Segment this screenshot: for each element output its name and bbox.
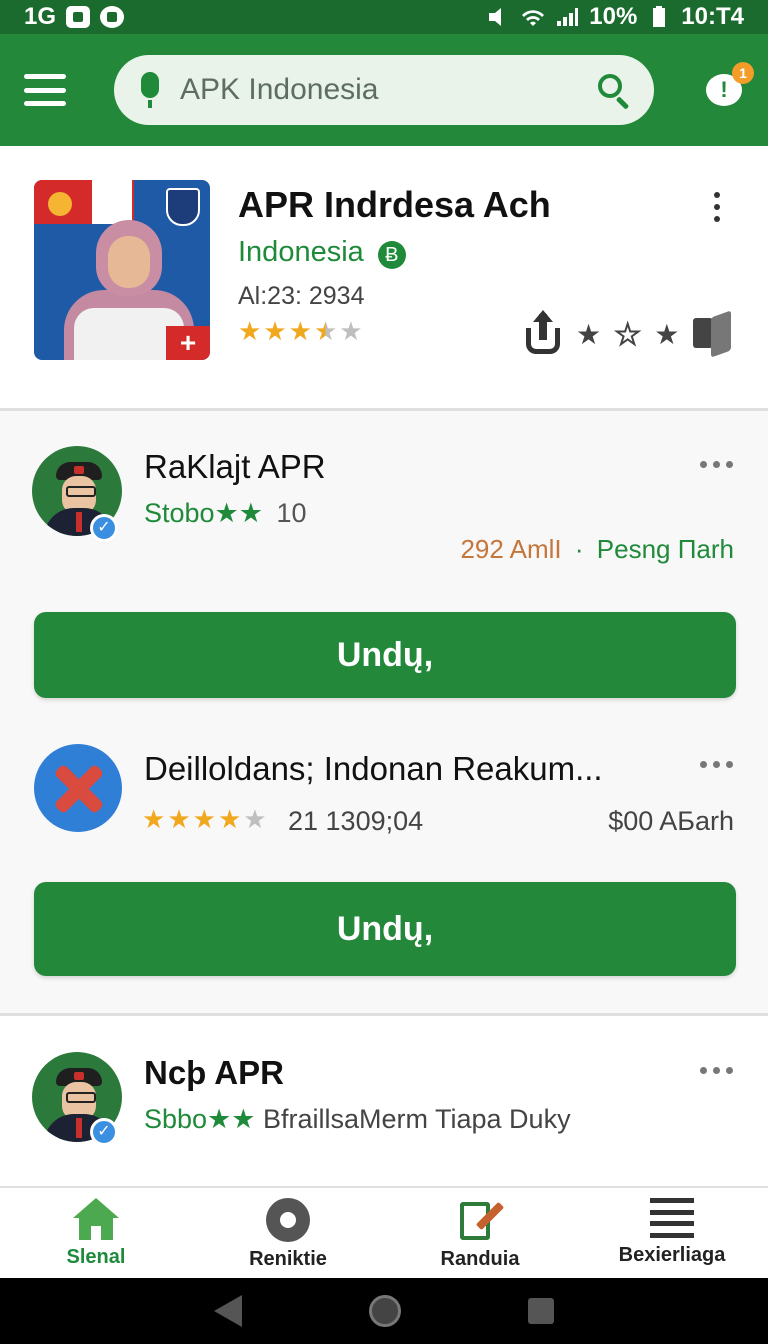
nav-label: Slenal [66, 1246, 126, 1268]
medical-cross-icon: + [166, 326, 210, 360]
menu-icon[interactable] [24, 74, 66, 106]
nav-label: Bexierliaga [618, 1244, 726, 1266]
star-icon: ★ [243, 804, 267, 834]
item-overflow-menu-icon[interactable] [700, 761, 733, 768]
screen: 1G 10% 10:T4 ! 1 + APR Ind [0, 0, 768, 1344]
star-icon: ★ [142, 804, 166, 834]
bottom-nav: Slenal Reniktie Randuia Bexierliaga [0, 1186, 768, 1278]
featured-actions: ★ ★ ★ [524, 310, 732, 358]
nav-label: Reniktie [249, 1248, 327, 1270]
app-bar: ! 1 [0, 34, 768, 146]
search-icon[interactable] [596, 72, 632, 110]
notification-button[interactable]: ! 1 [704, 62, 754, 110]
item-rating: ★ ★ ★ ★ ★ [142, 806, 267, 832]
nav-item-list[interactable]: Bexierliaga [576, 1188, 768, 1278]
nav-label: Randuia [440, 1248, 520, 1270]
nav-item-home[interactable]: Slenal [0, 1188, 192, 1278]
item-count: 10 [276, 498, 307, 528]
clock: 10:T4 [681, 3, 744, 30]
item-publisher: Stobo★★ [144, 498, 263, 528]
notification-badge: 1 [732, 62, 754, 84]
item-meta: 21 1309;04 [288, 806, 424, 836]
featured-subtitle: Indonesia Ƀ [238, 236, 406, 269]
search-bar[interactable] [114, 55, 654, 125]
battery-icon [653, 6, 666, 27]
app-notification-icon [66, 6, 91, 28]
rate-star-icon[interactable]: ★ [614, 318, 641, 351]
verified-badge-icon: ✓ [90, 1118, 118, 1146]
star-icon: ★ [288, 316, 312, 346]
featured-app-thumbnail[interactable]: + [34, 180, 210, 360]
cell-signal-icon [557, 8, 579, 26]
star-icon: ★ [167, 804, 191, 834]
featured-rating: ★ ★ ★ ★ ★ [238, 318, 363, 344]
item-title[interactable]: RaKlajt APR [144, 448, 326, 486]
sync-icon [100, 6, 125, 28]
system-nav-bar [0, 1278, 768, 1344]
edit-icon [458, 1198, 505, 1242]
item-overflow-menu-icon[interactable] [700, 1067, 733, 1074]
mic-icon[interactable] [136, 70, 164, 110]
home-icon [73, 1198, 119, 1240]
item-size: 292 AmlI [460, 534, 562, 564]
battery-percent: 10% [589, 3, 638, 30]
star-icon: ★ [192, 804, 216, 834]
recents-icon[interactable] [528, 1298, 555, 1324]
item-title[interactable]: Deilloldans; Indonan Reakum... [144, 750, 603, 788]
item-publisher: Sbbo★★ [144, 1104, 256, 1134]
mute-icon [489, 8, 502, 26]
nav-item-edit[interactable]: Randuia [384, 1188, 576, 1278]
favorite-star-icon[interactable]: ★ [576, 318, 601, 351]
status-bar: 1G 10% 10:T4 [0, 0, 768, 34]
verified-coin-icon: Ƀ [377, 241, 406, 269]
verified-badge-icon: ✓ [90, 514, 118, 542]
item-description: BfraillsaMerm Tiapa Duky [262, 1104, 571, 1134]
star-icon: ★ [238, 316, 262, 346]
wifi-icon [522, 10, 545, 26]
back-icon[interactable] [213, 1295, 242, 1327]
meta-separator: · [574, 534, 584, 564]
featured-overflow-menu-icon[interactable] [714, 192, 720, 222]
shield-emblem-icon [166, 188, 200, 226]
item-title[interactable]: Ncþ APR [144, 1054, 284, 1092]
item-subtitle: Stobo★★ 10 [144, 498, 307, 529]
featured-title: APR Indrdesa Ach [238, 184, 551, 225]
featured-meta: Al:23: 2934 [238, 282, 365, 310]
star-icon: ★ [217, 804, 242, 834]
item-price: $00 AБarh [608, 806, 734, 836]
download-button[interactable]: Undų, [34, 612, 736, 698]
list-icon [650, 1198, 694, 1238]
app-icon-x[interactable] [34, 744, 122, 832]
download-button[interactable]: Undų, [34, 882, 736, 976]
gear-icon [266, 1198, 310, 1242]
network-label: 1G [24, 3, 57, 30]
featured-publisher: Indonesia [238, 236, 364, 268]
item-subtitle: Sbbo★★ BfraillsaMerm Tiapa Duky [144, 1104, 571, 1135]
share-icon[interactable] [524, 310, 562, 354]
star-icon: ★ [339, 316, 363, 346]
star-icon: ★ [263, 316, 287, 346]
item-status: Pesng Пarh [596, 534, 734, 564]
home-button-icon[interactable] [368, 1295, 401, 1327]
thumbs-down-icon[interactable] [693, 310, 732, 358]
item-meta: 292 AmlI · Pesng Пarh [460, 534, 734, 565]
star-icon: ★ [313, 316, 338, 346]
nav-item-settings[interactable]: Reniktie [192, 1188, 384, 1278]
sun-emblem-icon [48, 192, 72, 216]
item-overflow-menu-icon[interactable] [700, 461, 733, 468]
bookmark-star-icon[interactable]: ★ [654, 318, 679, 351]
search-input[interactable] [180, 73, 596, 107]
